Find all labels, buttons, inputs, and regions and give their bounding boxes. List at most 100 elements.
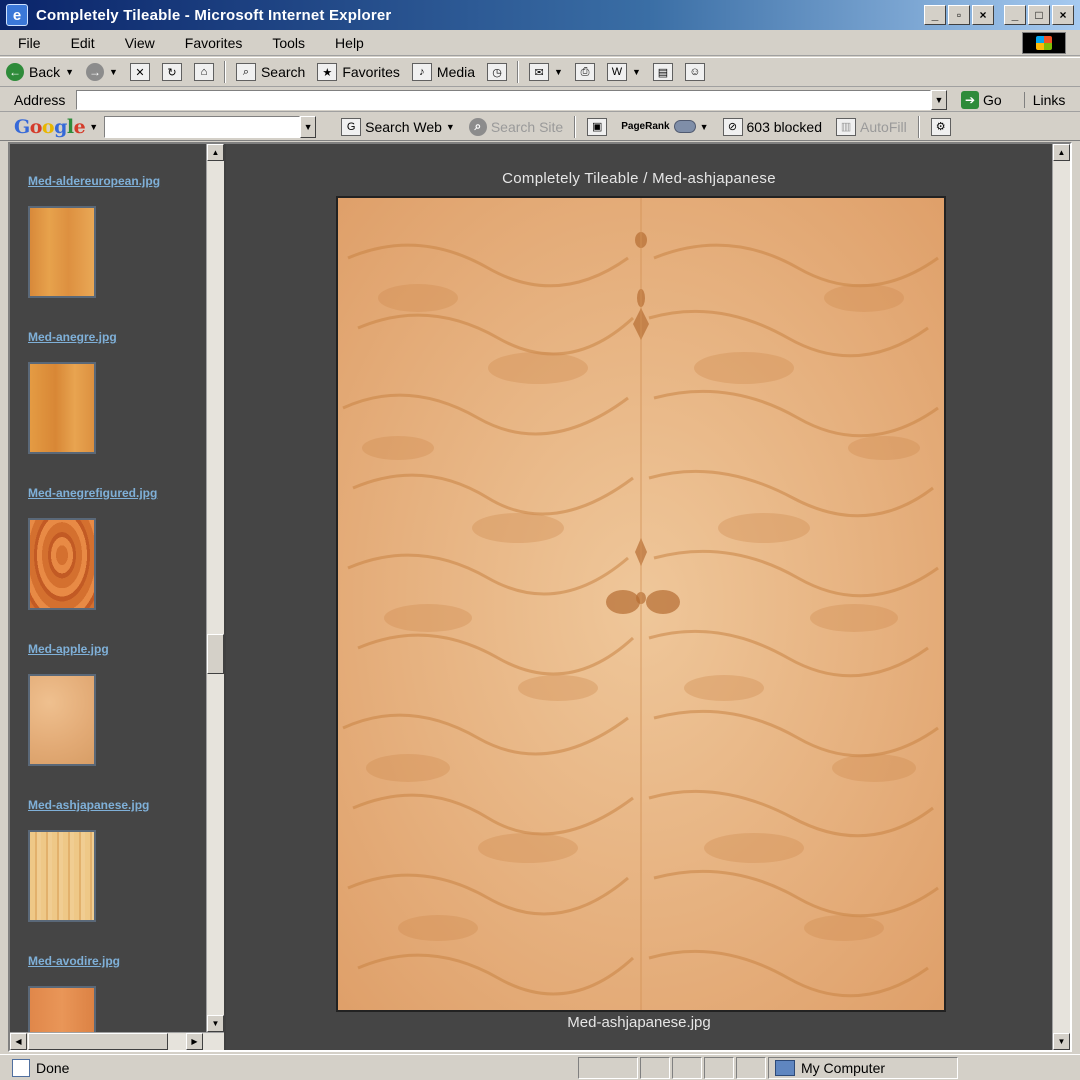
thumbnail-image[interactable] xyxy=(28,674,96,766)
print-button[interactable]: ⎙ xyxy=(569,59,601,85)
menu-tools[interactable]: Tools xyxy=(254,35,317,51)
frame-close-icon[interactable]: × xyxy=(972,5,994,25)
address-dropdown-icon[interactable]: ▼ xyxy=(931,89,947,110)
menu-view[interactable]: View xyxy=(107,35,167,51)
mail-button[interactable]: ✉ ▼ xyxy=(523,59,569,85)
thumbnail-vertical-scrollbar[interactable]: ▲ ▼ xyxy=(206,144,224,1032)
back-dropdown-icon[interactable]: ▼ xyxy=(65,67,74,77)
scroll-right-icon[interactable]: ▶ xyxy=(186,1033,203,1050)
thumbnail-link[interactable]: Med-apple.jpg xyxy=(28,642,198,656)
thumbnail-link[interactable]: Med-avodire.jpg xyxy=(28,954,198,968)
menu-file[interactable]: File xyxy=(0,35,53,51)
search-site-button[interactable]: ⌕ Search Site xyxy=(462,117,570,136)
status-bar: Done My Computer xyxy=(0,1054,1080,1080)
media-button[interactable]: ♪ Media xyxy=(406,59,481,85)
thumbnail-image[interactable] xyxy=(28,206,96,298)
window-title: Completely Tileable - Microsoft Internet… xyxy=(36,6,392,24)
favorites-button[interactable]: ★ Favorites xyxy=(311,59,406,85)
status-cell xyxy=(736,1056,766,1079)
scroll-up-icon[interactable]: ▲ xyxy=(1053,144,1070,161)
edit-dropdown-icon[interactable]: ▼ xyxy=(632,67,641,77)
minimize-button[interactable]: _ xyxy=(1004,5,1026,25)
maximize-button[interactable]: □ xyxy=(1028,5,1050,25)
pagerank-bar xyxy=(673,120,696,133)
news-button[interactable]: ▣ xyxy=(580,117,614,136)
thumbnail-link[interactable]: Med-anegre.jpg xyxy=(28,330,198,344)
thumbnail-horizontal-scrollbar[interactable]: ◀ ▶ xyxy=(10,1032,224,1050)
menu-edit[interactable]: Edit xyxy=(53,35,107,51)
search-web-button[interactable]: G Search Web ▼ xyxy=(334,117,462,136)
thumbnail-link[interactable]: Med-anegrefigured.jpg xyxy=(28,486,198,500)
menu-help[interactable]: Help xyxy=(317,35,376,51)
edit-button[interactable]: W ▼ xyxy=(601,59,647,85)
scroll-down-icon[interactable]: ▼ xyxy=(1053,1033,1070,1050)
google-logo[interactable]: Google xyxy=(0,116,86,138)
go-button[interactable]: ➔ Go xyxy=(961,90,1002,109)
toolbar-separator xyxy=(517,61,520,83)
options-button[interactable]: ⚙ xyxy=(924,117,958,136)
media-label: Media xyxy=(436,64,476,80)
search-web-dropdown-icon[interactable]: ▼ xyxy=(446,122,455,132)
print-icon: ⎙ xyxy=(574,63,595,81)
forward-button[interactable]: → ▼ xyxy=(80,59,124,85)
discuss-button[interactable]: ▤ xyxy=(647,59,679,85)
zone-label: My Computer xyxy=(801,1059,886,1076)
back-button[interactable]: ← Back ▼ xyxy=(0,59,80,85)
address-bar: Address ▼ ➔ Go Links xyxy=(0,88,1080,112)
home-button[interactable]: ⌂ xyxy=(188,59,220,85)
close-button[interactable]: × xyxy=(1052,5,1074,25)
search-button[interactable]: ⌕ Search xyxy=(230,59,311,85)
history-icon: ◷ xyxy=(487,63,508,81)
news-icon: ▣ xyxy=(587,117,608,136)
wood-texture-image xyxy=(336,196,946,1012)
messenger-button[interactable]: ☺ xyxy=(679,59,711,85)
frame-restore-icon[interactable]: ▫ xyxy=(948,5,970,25)
search-web-icon: G xyxy=(341,117,362,136)
computer-icon xyxy=(775,1059,795,1076)
frame-minimize-icon[interactable]: _ xyxy=(924,5,946,25)
toolbar-separator xyxy=(574,115,577,138)
thumbnail-list: Med-aldereuropean.jpg Med-anegre.jpg Med… xyxy=(10,144,204,1050)
search-web-label: Search Web xyxy=(365,118,442,135)
history-button[interactable]: ◷ xyxy=(481,59,513,85)
google-search-input[interactable] xyxy=(104,115,301,138)
main-vertical-scrollbar[interactable]: ▲ ▼ xyxy=(1052,144,1070,1050)
mail-icon: ✉ xyxy=(529,63,550,81)
thumbnail-link[interactable]: Med-aldereuropean.jpg xyxy=(28,174,198,188)
scroll-down-icon[interactable]: ▼ xyxy=(207,1015,224,1032)
scrollbar-thumb[interactable] xyxy=(207,634,224,674)
google-menu-dropdown-icon[interactable]: ▼ xyxy=(89,122,98,132)
menu-favorites[interactable]: Favorites xyxy=(167,35,255,51)
thumbnail-frame: Med-aldereuropean.jpg Med-anegre.jpg Med… xyxy=(10,144,224,1050)
refresh-icon: ↻ xyxy=(161,63,182,81)
address-input[interactable] xyxy=(76,89,931,110)
security-zone[interactable]: My Computer xyxy=(768,1056,958,1079)
popup-blocker-button[interactable]: ⊘ 603 blocked xyxy=(716,117,830,136)
links-button[interactable]: Links xyxy=(1023,91,1065,108)
scroll-up-icon[interactable]: ▲ xyxy=(207,144,224,161)
thumbnail-link[interactable]: Med-ashjapanese.jpg xyxy=(28,798,198,812)
standard-toolbar: ← Back ▼ → ▼ ✕ ↻ ⌂ ⌕ Search ★ Favorites … xyxy=(0,57,1080,87)
go-arrow-icon: ➔ xyxy=(961,90,979,109)
main-frame: Completely Tileable / Med-ashjapanese Me… xyxy=(226,144,1070,1050)
stop-button[interactable]: ✕ xyxy=(124,59,156,85)
thumbnail-image[interactable] xyxy=(28,362,96,454)
google-search-dropdown-icon[interactable]: ▼ xyxy=(300,115,317,138)
mail-dropdown-icon[interactable]: ▼ xyxy=(554,67,563,77)
browser-content: Med-aldereuropean.jpg Med-anegre.jpg Med… xyxy=(8,142,1072,1052)
scroll-left-icon[interactable]: ◀ xyxy=(10,1033,27,1050)
autofill-icon: ▥ xyxy=(836,117,857,136)
refresh-button[interactable]: ↻ xyxy=(156,59,188,85)
horizontal-scrollbar-thumb[interactable] xyxy=(28,1033,168,1050)
messenger-icon: ☺ xyxy=(684,63,705,81)
thumbnail-image[interactable] xyxy=(28,830,96,922)
thumbnail-image[interactable] xyxy=(28,518,96,610)
popup-blocker-icon: ⊘ xyxy=(722,117,743,136)
autofill-button[interactable]: ▥ AutoFill xyxy=(829,117,914,136)
forward-dropdown-icon[interactable]: ▼ xyxy=(109,67,118,77)
browser-window: e Completely Tileable - Microsoft Intern… xyxy=(0,0,1080,1080)
blocked-count-label: 603 blocked xyxy=(746,118,823,135)
pagerank-dropdown-icon[interactable]: ▼ xyxy=(700,122,709,132)
pagerank-indicator[interactable]: PageRank ▼ xyxy=(614,120,715,133)
internet-explorer-icon: e xyxy=(6,4,28,26)
